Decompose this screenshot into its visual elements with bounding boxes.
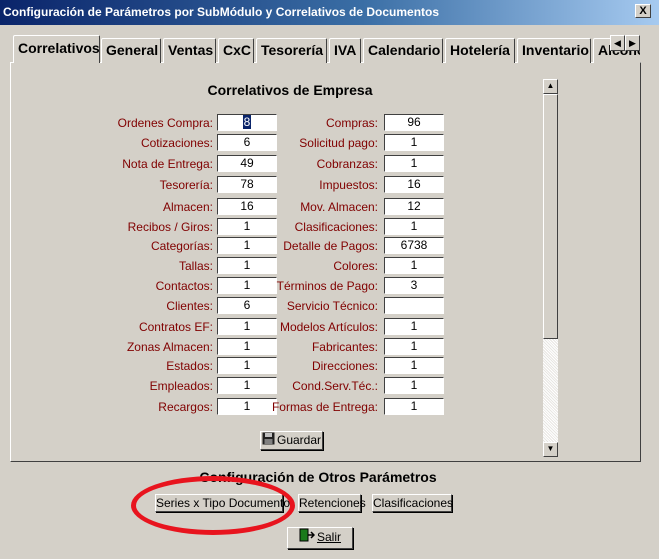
title-bar: Configuración de Parámetros por SubMódul… (0, 0, 659, 25)
right-field-label: Colores: (333, 259, 378, 273)
field-value: 12 (407, 199, 421, 213)
right-field-label: Cobranzas: (316, 157, 378, 171)
right-field-input[interactable]: 1 (384, 134, 444, 151)
window-title: Configuración de Parámetros por SubMódul… (3, 5, 440, 19)
left-field-label: Tesorería: (159, 178, 213, 192)
right-field-input[interactable]: 1 (384, 257, 444, 274)
tab-ventas[interactable]: Ventas (163, 38, 216, 63)
scroll-down-icon[interactable]: ▼ (543, 442, 558, 457)
field-value: 3 (410, 278, 418, 292)
tab-tesoreria[interactable]: Tesorería (256, 38, 327, 63)
tab-strip: Correlativos General Ventas CxC Tesorerí… (12, 35, 640, 63)
exit-door-icon (299, 528, 316, 548)
left-field-label: Ordenes Compra: (117, 116, 213, 130)
left-field-label: Empleados: (149, 379, 213, 393)
right-field-label: Términos de Pago: (276, 279, 378, 293)
guardar-label: Guardar (276, 433, 322, 447)
right-field-input[interactable]: 1 (384, 318, 444, 335)
right-field-input[interactable]: 3 (384, 277, 444, 294)
right-field-label: Solicitud pago: (299, 136, 378, 150)
right-field-label: Mov. Almacen: (300, 200, 378, 214)
right-field-label: Direcciones: (311, 359, 378, 373)
right-field-input[interactable]: 1 (384, 218, 444, 235)
left-field-label: Estados: (166, 359, 213, 373)
floppy-disk-icon (262, 432, 275, 449)
right-field-input[interactable] (384, 297, 444, 314)
tab-iva[interactable]: IVA (329, 38, 361, 63)
right-field-input[interactable]: 16 (384, 176, 444, 193)
left-field-label: Tallas: (178, 259, 213, 273)
scroll-up-icon[interactable]: ▲ (543, 79, 558, 94)
series-tipo-documento-button[interactable]: Series x Tipo Documento (155, 494, 290, 512)
field-value: 1 (410, 219, 418, 233)
salir-label: Salir (316, 530, 341, 545)
scroll-track[interactable] (543, 339, 558, 442)
tab-general[interactable]: General (101, 38, 161, 63)
right-field-input[interactable]: 6738 (384, 237, 444, 254)
left-field-label: Zonas Almacen: (126, 340, 213, 354)
guardar-button[interactable]: Guardar (260, 431, 323, 450)
left-field-label: Categorías: (150, 239, 213, 253)
tab-correlativos[interactable]: Correlativos (13, 35, 100, 63)
salir-button[interactable]: Salir (287, 527, 353, 549)
field-value: 1 (410, 156, 418, 170)
section-title: Correlativos de Empresa (207, 82, 373, 98)
tab-cxc[interactable]: CxC (218, 38, 254, 63)
right-field-label: Servicio Técnico: (286, 299, 378, 313)
tab-hoteleria[interactable]: Hotelería (445, 38, 515, 63)
tab-scroll-right-icon[interactable]: ▶ (625, 35, 640, 51)
right-field-input[interactable]: 1 (384, 357, 444, 374)
field-value: 96 (407, 115, 421, 129)
tab-calendario[interactable]: Calendario (363, 38, 443, 63)
field-value: 6738 (400, 238, 428, 252)
left-field-label: Contratos EF: (138, 320, 213, 334)
left-field-label: Contactos: (155, 279, 213, 293)
right-field-input[interactable]: 1 (384, 155, 444, 172)
right-field-input[interactable]: 96 (384, 114, 444, 131)
right-field-input[interactable]: 12 (384, 198, 444, 215)
left-field-label: Nota de Entrega: (122, 157, 213, 171)
close-button[interactable]: X (635, 4, 651, 18)
tab-inventario[interactable]: Inventario (517, 38, 591, 63)
left-field-label: Clientes: (166, 299, 213, 313)
right-field-label: Cond.Serv.Téc.: (292, 379, 378, 393)
right-field-label: Formas de Entrega: (271, 400, 378, 414)
field-value: 1 (410, 378, 418, 392)
field-value: 16 (407, 177, 421, 191)
field-value: 1 (410, 399, 418, 413)
right-field-input[interactable]: 1 (384, 377, 444, 394)
right-field-label: Modelos Artículos: (279, 320, 378, 334)
right-field-label: Compras: (325, 116, 378, 130)
field-value: 1 (410, 258, 418, 272)
field-value: 1 (410, 135, 418, 149)
other-parameters-title: Configuración de Otros Parámetros (199, 469, 437, 485)
tab-scroll-arrows: ◀ ▶ (610, 35, 640, 51)
right-field-input[interactable]: 1 (384, 338, 444, 355)
clasificaciones-button[interactable]: Clasificaciones (372, 494, 453, 512)
vertical-scrollbar[interactable]: ▲ ▼ (543, 79, 558, 457)
left-field-label: Almacen: (162, 200, 213, 214)
right-field-label: Clasificaciones: (294, 220, 378, 234)
retenciones-button[interactable]: Retenciones (298, 494, 366, 512)
right-field-label: Fabricantes: (311, 340, 378, 354)
left-field-label: Recibos / Giros: (127, 220, 213, 234)
left-field-label: Recargos: (158, 400, 213, 414)
right-field-input[interactable]: 1 (384, 398, 444, 415)
right-field-label: Impuestos: (319, 178, 378, 192)
tab-scroll-left-icon[interactable]: ◀ (610, 35, 625, 51)
scroll-thumb[interactable] (543, 94, 558, 339)
field-value: 1 (410, 319, 418, 333)
right-field-label: Detalle de Pagos: (283, 239, 378, 253)
left-field-label: Cotizaciones: (140, 136, 213, 150)
field-value: 1 (410, 339, 418, 353)
field-value: 1 (410, 358, 418, 372)
